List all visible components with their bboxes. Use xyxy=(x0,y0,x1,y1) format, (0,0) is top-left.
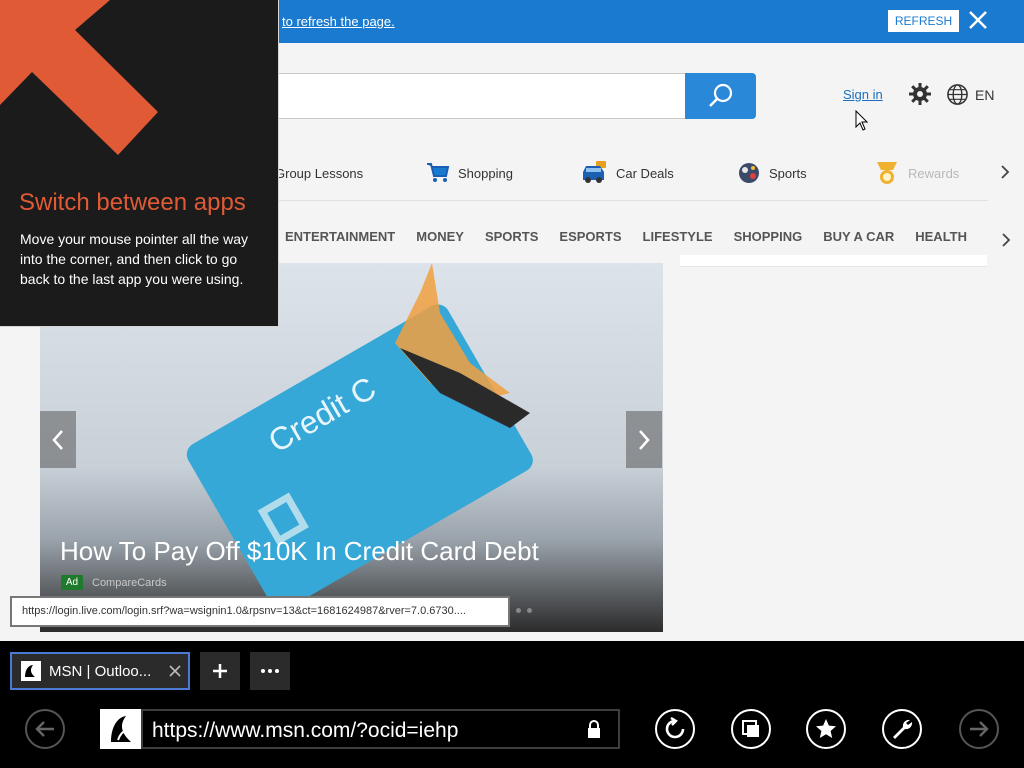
quick-link-group-lessons[interactable]: Group Lessons xyxy=(275,158,363,188)
category-entertainment[interactable]: ENTERTAINMENT xyxy=(285,229,395,244)
status-url-tooltip: https://login.live.com/login.srf?wa=wsig… xyxy=(10,596,510,627)
quick-link-sports[interactable]: Sports xyxy=(737,158,807,188)
car-icon xyxy=(583,161,606,183)
more-icon xyxy=(261,669,279,673)
close-icon[interactable] xyxy=(966,8,990,32)
gear-icon[interactable] xyxy=(908,82,932,106)
ball-icon xyxy=(739,163,759,183)
tip-body: Move your mouse pointer all the way into… xyxy=(20,231,248,287)
language-selector[interactable]: EN xyxy=(975,87,994,103)
url-text[interactable]: https://www.msn.com/?ocid=iehp xyxy=(152,719,458,743)
star-icon xyxy=(816,719,836,738)
msn-favicon-icon xyxy=(21,661,41,681)
category-sports[interactable]: SPORTS xyxy=(485,229,538,244)
search-input[interactable] xyxy=(270,73,756,119)
tab-options-button[interactable] xyxy=(250,652,290,690)
favorites-button[interactable] xyxy=(806,709,846,749)
refresh-button[interactable]: REFRESH xyxy=(888,10,959,32)
browser-tab[interactable]: MSN | Outloo... xyxy=(10,652,190,690)
chevron-left-icon xyxy=(52,429,63,450)
switch-apps-tip: Switch between apps Move your mouse poin… xyxy=(0,0,279,327)
chevron-right-icon[interactable] xyxy=(999,232,1013,248)
mouse-cursor-icon xyxy=(855,110,869,131)
right-panel-card xyxy=(680,255,987,267)
category-buy-a-car[interactable]: BUY A CAR xyxy=(823,229,894,244)
quick-link-rewards[interactable]: Rewards xyxy=(874,158,959,188)
category-money[interactable]: MONEY xyxy=(416,229,464,244)
category-health[interactable]: HEALTH xyxy=(915,229,967,244)
tools-button[interactable] xyxy=(882,709,922,749)
ad-source: CompareCards xyxy=(92,577,167,589)
category-shopping[interactable]: SHOPPING xyxy=(734,229,803,244)
divider xyxy=(270,200,988,201)
arrow-left-icon xyxy=(35,721,54,737)
tabs-icon xyxy=(742,720,759,737)
search-icon xyxy=(708,83,732,107)
arrow-right-icon xyxy=(970,721,989,737)
category-esports[interactable]: ESPORTS xyxy=(559,229,621,244)
search-button[interactable] xyxy=(685,73,756,119)
hero-title[interactable]: How To Pay Off $10K In Credit Card Debt xyxy=(60,536,539,567)
globe-icon[interactable] xyxy=(946,83,969,106)
close-icon[interactable] xyxy=(168,664,182,678)
sign-in-link[interactable]: Sign in xyxy=(843,87,883,102)
quick-link-car-deals[interactable]: Car Deals xyxy=(580,158,674,188)
tabs-button[interactable] xyxy=(731,709,771,749)
new-tab-button[interactable] xyxy=(200,652,240,690)
forward-button[interactable] xyxy=(959,709,999,749)
msn-favicon-icon xyxy=(100,709,141,749)
cart-icon xyxy=(427,163,450,182)
refresh-link[interactable]: to refresh the page. xyxy=(282,14,395,29)
carousel-next-button[interactable] xyxy=(626,411,662,468)
ad-badge: Ad xyxy=(61,575,83,590)
category-nav: ENTERTAINMENT MONEY SPORTS ESPORTS LIFES… xyxy=(285,229,967,244)
carousel-prev-button[interactable] xyxy=(40,411,76,468)
category-lifestyle[interactable]: LIFESTYLE xyxy=(643,229,713,244)
tab-label: MSN | Outloo... xyxy=(49,663,152,680)
plus-icon xyxy=(213,664,227,678)
wrench-icon xyxy=(893,719,913,739)
carousel-dots[interactable] xyxy=(516,608,532,613)
medal-icon xyxy=(877,162,897,184)
quick-link-shopping[interactable]: Shopping xyxy=(426,158,513,188)
chevron-right-icon xyxy=(639,429,650,450)
back-button[interactable] xyxy=(25,709,65,749)
refresh-icon xyxy=(665,717,685,739)
tip-title: Switch between apps xyxy=(19,189,246,216)
chevron-right-icon[interactable] xyxy=(998,164,1012,180)
lock-icon[interactable] xyxy=(586,720,602,739)
arrow-up-left-icon xyxy=(0,0,158,155)
refresh-page-button[interactable] xyxy=(655,709,695,749)
